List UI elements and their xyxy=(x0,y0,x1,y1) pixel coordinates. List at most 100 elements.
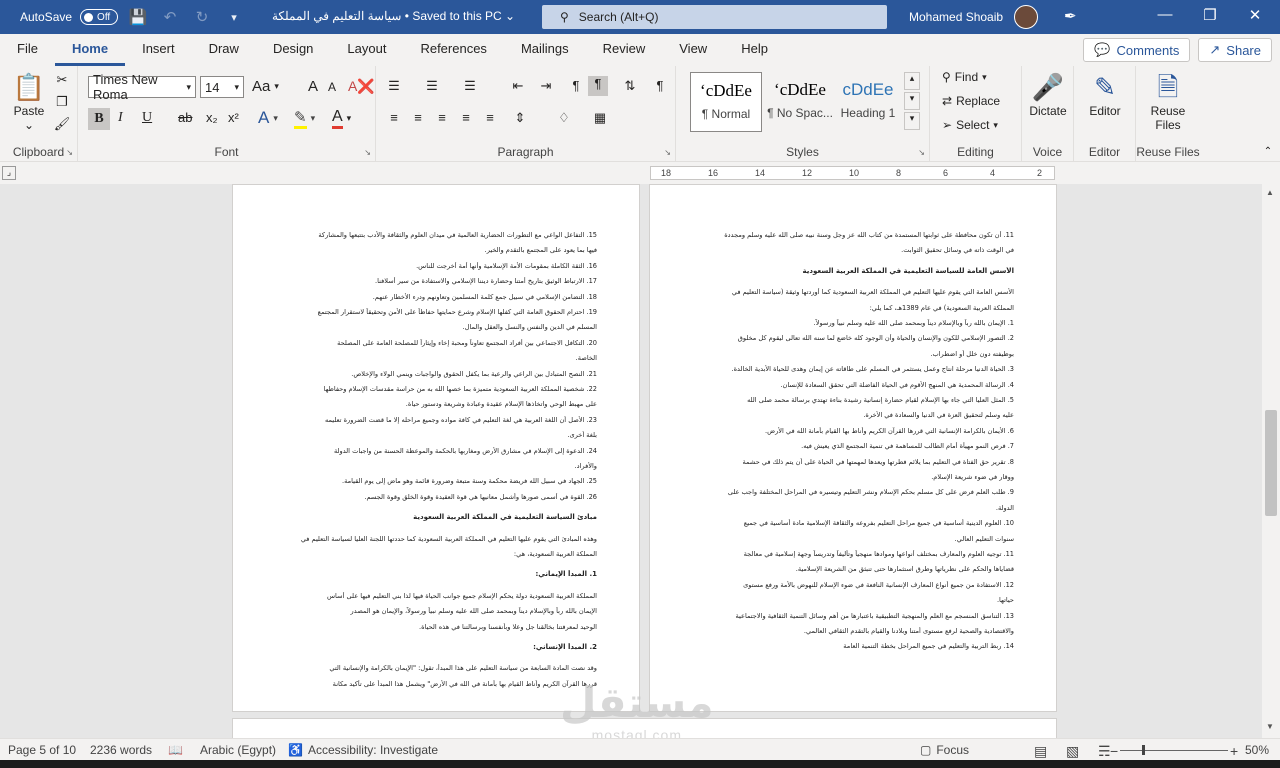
rtl-icon[interactable]: ¶ xyxy=(566,78,586,93)
tab-insert[interactable]: Insert xyxy=(125,34,192,66)
save-icon[interactable]: 💾 xyxy=(126,8,150,26)
dialog-launcher-icon[interactable]: ↘ xyxy=(918,148,925,157)
grow-font-button[interactable]: A xyxy=(308,78,318,95)
tab-mailings[interactable]: Mailings xyxy=(504,34,586,66)
user-name[interactable]: Mohamed Shoaib xyxy=(909,10,1003,24)
restore-button[interactable]: ❐ xyxy=(1195,6,1225,24)
collapse-ribbon-icon[interactable]: ⌃ xyxy=(1258,146,1278,157)
document-page-left[interactable]: 15. التفاعل الواعي مع التطورات الحضارية … xyxy=(232,184,640,712)
strikethrough-button[interactable]: ab xyxy=(178,110,192,125)
superscript-button[interactable]: x² xyxy=(228,110,239,125)
share-button[interactable]: ↗ Share xyxy=(1198,38,1272,62)
avatar[interactable] xyxy=(1014,5,1038,29)
scroll-down-icon[interactable]: ▼ xyxy=(1266,722,1274,731)
dialog-launcher-icon[interactable]: ↘ xyxy=(664,148,671,157)
format-painter-icon[interactable]: 🖌 xyxy=(52,116,72,132)
tab-design[interactable]: Design xyxy=(256,34,330,66)
paste-button[interactable]: 📋 Paste ⌄ xyxy=(8,70,50,132)
shading-icon[interactable]: ♢ xyxy=(554,110,574,126)
focus-button[interactable]: ▢ Focus xyxy=(920,743,969,757)
align-right-icon[interactable]: ≡ xyxy=(432,110,452,125)
tab-help[interactable]: Help xyxy=(724,34,785,66)
document-workspace[interactable]: 15. التفاعل الواعي مع التطورات الحضارية … xyxy=(0,184,1262,738)
comments-button[interactable]: 💬 Comments xyxy=(1083,38,1191,62)
tab-draw[interactable]: Draw xyxy=(192,34,256,66)
zoom-level[interactable]: 50% xyxy=(1245,743,1269,757)
minimize-button[interactable]: — xyxy=(1150,6,1180,23)
tab-layout[interactable]: Layout xyxy=(330,34,403,66)
ltr-icon[interactable]: ¶ xyxy=(588,76,608,96)
decrease-indent-icon[interactable]: ⇤ xyxy=(508,78,528,94)
highlight-icon[interactable]: ✎ ▾ xyxy=(294,108,315,129)
reuse-files-button[interactable]: 🗎 Reuse Files xyxy=(1142,70,1194,132)
cut-icon[interactable]: ✂ xyxy=(52,72,72,88)
align-left-icon[interactable]: ≡ xyxy=(384,110,404,125)
style-no-spacing[interactable]: ʻcDdEe ¶ No Spac... xyxy=(764,72,836,132)
close-button[interactable]: ✕ xyxy=(1240,6,1270,24)
shrink-font-button[interactable]: A xyxy=(328,80,336,94)
tab-selector-icon[interactable]: ⌟ xyxy=(2,166,16,180)
numbering-icon[interactable]: ☰ xyxy=(422,78,442,94)
italic-button[interactable]: I xyxy=(118,110,123,126)
replace-button[interactable]: ⇄ Replace xyxy=(942,94,1000,108)
distributed-icon[interactable]: ≡ xyxy=(480,110,500,125)
horizontal-ruler[interactable]: 18 16 14 12 10 8 6 4 2 xyxy=(650,166,1055,180)
select-button[interactable]: ➢ Select ▾ xyxy=(942,118,998,132)
web-layout-icon[interactable]: ▧ xyxy=(1066,743,1079,760)
find-button[interactable]: ⚲ Find ▾ xyxy=(942,70,987,84)
document-title[interactable]: سياسة التعليم في المملكة • Saved to this… xyxy=(272,9,515,23)
customize-qat-icon[interactable]: ▾ xyxy=(222,11,246,24)
text-effects-icon[interactable]: A ▾ xyxy=(258,108,278,128)
proofing-icon[interactable]: 📖 xyxy=(168,743,183,757)
search-box[interactable]: ⚲ Search (Alt+Q) xyxy=(542,5,887,29)
read-mode-icon[interactable]: ☴ xyxy=(1098,743,1111,760)
bullets-icon[interactable]: ☰ xyxy=(384,78,404,94)
copy-icon[interactable]: ❐ xyxy=(52,94,72,110)
page-count[interactable]: Page 5 of 10 xyxy=(8,743,76,757)
align-center-icon[interactable]: ≡ xyxy=(408,110,428,125)
pen-icon[interactable]: ✒ xyxy=(1064,7,1077,25)
zoom-slider[interactable] xyxy=(1120,745,1228,755)
tab-references[interactable]: References xyxy=(403,34,503,66)
zoom-in-icon[interactable]: + xyxy=(1230,743,1238,759)
document-page-right[interactable]: 11. أن تكون محافظة على ثوابتها المستمدة … xyxy=(649,184,1057,712)
subscript-button[interactable]: x₂ xyxy=(206,110,218,125)
word-count[interactable]: 2236 words xyxy=(90,743,152,757)
justify-icon[interactable]: ≡ xyxy=(456,110,476,125)
underline-button[interactable]: U xyxy=(142,110,152,126)
tab-view[interactable]: View xyxy=(662,34,724,66)
print-layout-icon[interactable]: ▤ xyxy=(1034,743,1047,760)
styles-more-icon[interactable]: ▾ xyxy=(904,112,920,130)
accessibility-status[interactable]: ♿ Accessibility: Investigate xyxy=(288,743,438,757)
editor-button[interactable]: ✎ Editor xyxy=(1082,70,1128,118)
zoom-out-icon[interactable]: − xyxy=(1110,743,1118,759)
language-status[interactable]: Arabic (Egypt) xyxy=(200,743,276,757)
font-name-select[interactable]: Times New Roma ▾ xyxy=(88,72,196,102)
tab-file[interactable]: File xyxy=(0,34,55,66)
undo-icon[interactable]: ↶ xyxy=(158,8,182,26)
change-case-button[interactable]: Aa ▾ xyxy=(252,78,279,95)
tab-home[interactable]: Home xyxy=(54,34,126,66)
scroll-up-icon[interactable]: ▲ xyxy=(1266,188,1274,197)
tab-review[interactable]: Review xyxy=(586,34,663,66)
style-normal[interactable]: ʻcDdEe ¶ Normal xyxy=(690,72,762,132)
vertical-scrollbar[interactable]: ▲ ▼ xyxy=(1262,184,1280,738)
multilevel-list-icon[interactable]: ☰ xyxy=(460,78,480,94)
scroll-thumb[interactable] xyxy=(1265,410,1277,516)
dialog-launcher-icon[interactable]: ↘ xyxy=(364,148,371,157)
dictate-button[interactable]: 🎤 Dictate xyxy=(1026,70,1070,118)
line-spacing-icon[interactable]: ⇕ xyxy=(510,110,530,126)
redo-icon[interactable]: ↻ xyxy=(190,8,214,26)
autosave-toggle[interactable]: Off xyxy=(80,9,119,25)
styles-down-icon[interactable]: ▾ xyxy=(904,92,920,110)
show-marks-icon[interactable]: ¶ xyxy=(650,78,670,93)
increase-indent-icon[interactable]: ⇥ xyxy=(536,78,556,94)
sort-icon[interactable]: ⇅ xyxy=(620,78,640,94)
style-heading-1[interactable]: cDdEe Heading 1 xyxy=(832,72,904,132)
dialog-launcher-icon[interactable]: ↘ xyxy=(66,148,73,157)
bold-button[interactable]: B xyxy=(88,108,110,130)
clear-format-icon[interactable]: A❌ xyxy=(348,78,375,95)
font-color-icon[interactable]: A ▾ xyxy=(332,108,351,129)
borders-icon[interactable]: ▦ xyxy=(590,110,610,126)
font-size-select[interactable]: 14 ▾ xyxy=(200,76,244,98)
